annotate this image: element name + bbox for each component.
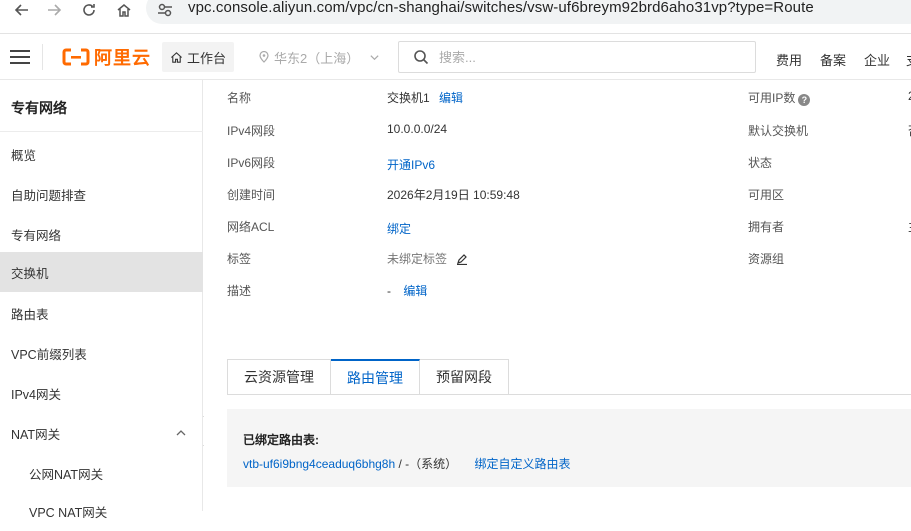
chevron-up-icon[interactable] [175,427,187,439]
enable-ipv6-link[interactable]: 开通IPv6 [387,156,435,173]
tab-route-management[interactable]: 路由管理 [331,359,420,395]
sidebar-item-label: IPv4网关 [11,387,62,402]
detail-tabs: 云资源管理 路由管理 预留网段 [227,359,509,395]
console-header: 阿里云 工作台 华东2（上海） 费用 备案 企业 支 [0,34,911,80]
workbench-button[interactable]: 工作台 [162,42,235,72]
tab-cloud-resource[interactable]: 云资源管理 [227,359,331,395]
region-label: 华东2（上海） [274,50,360,66]
forward-icon[interactable] [42,0,66,20]
available-ip-label: 可用IP数 [748,91,796,105]
status-label: 状态 [748,156,773,170]
tab-label: 路由管理 [347,369,403,386]
ipv6-label: IPv6网段 [227,156,276,170]
back-icon[interactable] [10,0,34,20]
default-switch-label: 默认交换机 [748,124,809,138]
search-input[interactable] [439,49,719,65]
sidebar-item-label: 概览 [11,148,37,163]
location-pin-icon [259,51,269,63]
sidebar-item-prefix-list[interactable]: VPC前缀列表 [0,333,203,373]
sidebar-item-overview[interactable]: 概览 [0,134,203,174]
help-icon[interactable]: ? [798,94,811,106]
header-link-icp[interactable]: 备案 [820,50,846,69]
bound-route-table-row: vtb-uf6i9bng4ceaduq6bhg8h / -（系统） 绑定自定义路… [243,455,571,472]
sidebar-item-label: VPC前缀列表 [11,347,87,362]
tab-label: 预留网段 [436,369,492,385]
tags-value-row: 未绑定标签 [387,250,468,267]
sidebar-item-label: NAT网关 [11,427,61,442]
name-label: 名称 [227,91,252,105]
workbench-label: 工作台 [187,50,227,66]
home-icon[interactable] [112,0,136,20]
header-link-support[interactable]: 支 [906,50,911,69]
url-text[interactable]: vpc.console.aliyun.com/vpc/cn-shanghai/s… [188,0,814,16]
sidebar-item-vpc-nat[interactable]: VPC NAT网关 [0,491,203,531]
region-selector[interactable]: 华东2（上海） [258,42,384,72]
sidebar-item-public-nat[interactable]: 公网NAT网关 [0,453,203,493]
menu-icon[interactable] [10,47,32,67]
sidebar-item-label: 交换机 [11,266,49,281]
site-info-icon[interactable] [156,1,174,19]
bind-acl-link[interactable]: 绑定 [387,220,411,237]
sidebar: 专有网络 概览 自助问题排查 专有网络 交换机 路由表 VPC前缀列表 IPv4… [0,80,203,520]
resource-group-label: 资源组 [748,252,785,266]
sidebar-item-vswitch[interactable]: 交换机 [0,252,203,292]
sidebar-item-route-table[interactable]: 路由表 [0,293,203,333]
sidebar-item-label: 专有网络 [11,228,62,243]
available-ip-label-row: 可用IP数? [748,89,811,106]
zone-label: 可用区 [748,188,785,202]
name-value: 交换机1 [387,91,430,105]
chevron-down-icon [370,54,379,60]
route-table-type: / -（系统） [395,457,458,471]
name-value-row: 交换机1 编辑 [387,89,463,106]
bind-custom-route-table-link[interactable]: 绑定自定义路由表 [474,457,570,471]
created-value: 2026年2月19日 10:59:48 [387,188,520,202]
sidebar-item-label: VPC NAT网关 [29,505,108,520]
tab-label: 云资源管理 [244,369,314,385]
logo-text: 阿里云 [94,48,151,68]
description-value: - [387,284,391,298]
owner-label: 拥有者 [748,220,785,234]
browser-toolbar: vpc.console.aliyun.com/vpc/cn-shanghai/s… [0,0,911,34]
ipv4-label: IPv4网段 [227,124,276,138]
sidebar-divider [0,131,203,132]
tags-label: 标签 [227,252,252,266]
route-table-id-link[interactable]: vtb-uf6i9bng4ceaduq6bhg8h [243,457,395,471]
tags-value: 未绑定标签 [387,252,448,266]
edit-pencil-icon[interactable] [456,253,468,265]
created-label: 创建时间 [227,188,276,202]
sidebar-title: 专有网络 [11,100,67,116]
search-icon [414,50,429,65]
sidebar-item-nat-gateway[interactable]: NAT网关 [0,413,203,453]
sidebar-item-vpc[interactable]: 专有网络 [0,214,203,254]
route-panel: 已绑定路由表: vtb-uf6i9bng4ceaduq6bhg8h / -（系统… [227,409,911,487]
tab-underline [227,394,911,395]
sidebar-item-label: 公网NAT网关 [29,467,104,482]
sidebar-item-ipv4-gateway[interactable]: IPv4网关 [0,373,203,413]
bound-route-table-title: 已绑定路由表: [243,433,319,447]
header-link-billing[interactable]: 费用 [776,50,802,69]
aliyun-logo-icon [62,48,90,66]
edit-description-link[interactable]: 编辑 [403,284,427,298]
header-link-enterprise[interactable]: 企业 [864,50,890,69]
tab-reserved-cidr[interactable]: 预留网段 [420,359,509,395]
edit-name-link[interactable]: 编辑 [439,91,463,105]
description-value-row: - 编辑 [387,282,427,299]
sidebar-item-label: 自助问题排查 [11,188,87,203]
sidebar-item-self-diagnosis[interactable]: 自助问题排查 [0,174,203,214]
ipv4-value: 10.0.0.0/24 [387,122,448,136]
sidebar-item-label: 路由表 [11,307,49,322]
acl-label: 网络ACL [227,220,275,234]
description-label: 描述 [227,284,252,298]
home-outline-icon [171,51,182,63]
global-search[interactable] [398,41,756,73]
main-content: 名称 IPv4网段 IPv6网段 创建时间 网络ACL 标签 描述 交换机1 编… [204,80,911,511]
header-divider [42,44,43,70]
reload-icon[interactable] [77,0,101,20]
aliyun-logo[interactable]: 阿里云 [62,46,151,68]
